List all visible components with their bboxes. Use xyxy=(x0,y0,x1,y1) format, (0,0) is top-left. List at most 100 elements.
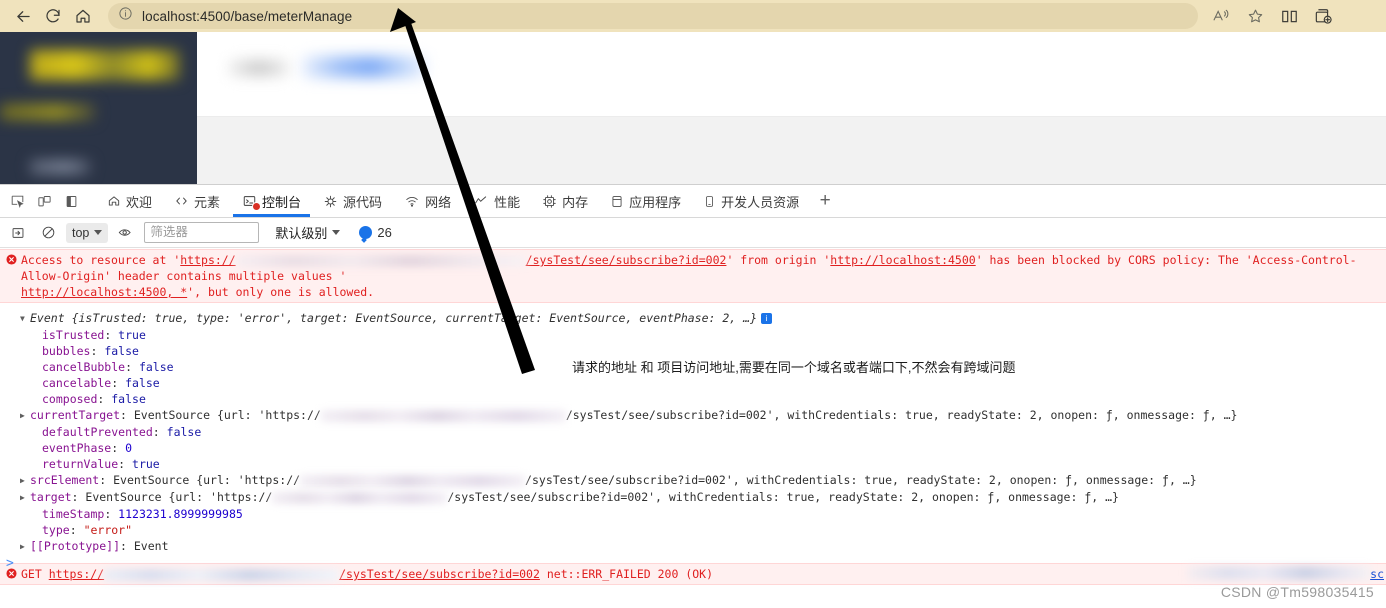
console-message-get-error[interactable]: GET https:// /sysTest/see/subscribe?id=00… xyxy=(0,563,1386,585)
expand-triangle-icon[interactable]: ▶ xyxy=(20,473,30,489)
home-button[interactable] xyxy=(68,2,98,30)
prop-value: true xyxy=(132,457,160,471)
prop-name: isTrusted xyxy=(42,328,105,342)
event-header-row[interactable]: ▼ Event {isTrusted: true, type: 'error', … xyxy=(0,310,1386,327)
page-body-area xyxy=(197,117,1386,184)
tab-label: 网络 xyxy=(425,194,452,210)
sidebar-logo-blur xyxy=(30,50,180,80)
cors-values[interactable]: http://localhost:4500, * xyxy=(21,285,187,299)
tab-developer-resources[interactable]: 开发人员资源 xyxy=(692,185,810,217)
prop-name: target xyxy=(30,490,72,504)
tab-label: 元素 xyxy=(194,194,221,210)
event-prop-target[interactable]: ▶ target: EventSource {url: 'https:///sys… xyxy=(0,489,1386,506)
favorites-star-icon[interactable] xyxy=(1238,2,1272,30)
page-badge-blur xyxy=(302,56,427,78)
event-prop-prototype[interactable]: ▶ [[Prototype]]: Event xyxy=(0,538,1386,555)
console-filter-input[interactable]: 筛选器 xyxy=(144,222,260,243)
expand-triangle-icon[interactable]: ▶ xyxy=(20,539,30,555)
prop-name: eventPhase xyxy=(42,441,112,455)
get-url-path[interactable]: /sysTest/see/subscribe?id=002 xyxy=(339,567,540,581)
prop-name: [[Prototype]] xyxy=(30,539,121,553)
source-link-blur xyxy=(1187,566,1372,580)
console-sidebar-toggle-icon[interactable] xyxy=(6,221,30,245)
address-bar-url: localhost:4500/base/meterManage xyxy=(142,8,353,24)
tab-sources[interactable]: 源代码 xyxy=(312,185,393,217)
log-level-value: 默认级别 xyxy=(275,226,328,241)
cors-origin-link[interactable]: http://localhost:4500 xyxy=(830,253,975,267)
clear-console-icon[interactable] xyxy=(36,221,60,245)
event-name: Event xyxy=(30,311,65,325)
cors-prefix: Access to resource at ' xyxy=(21,253,181,267)
console-info-count[interactable]: 26 xyxy=(359,225,392,240)
back-button[interactable] xyxy=(8,2,38,30)
tab-console[interactable]: 控制台 xyxy=(231,185,312,217)
event-prop-istrusted: isTrusted: true xyxy=(42,328,146,342)
event-prop-returnvalue: returnValue: true xyxy=(42,457,160,471)
tab-network[interactable]: 网络 xyxy=(393,185,462,217)
chevron-down-icon xyxy=(332,230,341,235)
dock-side-icon[interactable] xyxy=(58,187,85,215)
devresources-icon xyxy=(703,194,716,209)
info-icon[interactable]: i xyxy=(761,313,772,324)
device-toolbar-icon[interactable] xyxy=(31,187,58,215)
site-info-icon[interactable] xyxy=(118,6,133,26)
chevron-down-icon xyxy=(94,230,103,235)
expand-triangle-icon[interactable]: ▶ xyxy=(20,490,30,506)
cors-mid: ' from origin ' xyxy=(726,253,831,267)
cors-tail: ', but only one is allowed. xyxy=(187,285,375,299)
log-level-select[interactable]: 默认级别 xyxy=(275,223,341,242)
collections-icon[interactable] xyxy=(1306,2,1340,30)
tab-label: 性能 xyxy=(494,194,521,210)
prop-name: timeStamp xyxy=(42,507,105,521)
console-output: Access to resource at 'https:///sysTest/… xyxy=(0,249,1386,608)
console-message-cors-error[interactable]: Access to resource at 'https:// /sysTest/… xyxy=(0,249,1386,303)
event-prop-composed: composed: false xyxy=(42,392,146,406)
cors-url-path[interactable]: /sysTest/see/subscribe?id=002 xyxy=(526,253,727,267)
split-screen-icon[interactable] xyxy=(1272,2,1306,30)
tab-performance[interactable]: 性能 xyxy=(462,185,531,217)
network-icon xyxy=(404,194,420,208)
js-context-select[interactable]: top xyxy=(66,222,109,243)
reload-button[interactable] xyxy=(38,2,68,30)
eventsource-prefix: EventSource {url: 'https:// xyxy=(133,408,321,422)
tab-application[interactable]: 应用程序 xyxy=(599,185,692,217)
tab-label: 源代码 xyxy=(343,194,383,210)
expand-triangle-open-icon[interactable]: ▼ xyxy=(20,311,30,327)
prop-value: false xyxy=(111,392,146,406)
inspect-element-icon[interactable] xyxy=(4,187,31,215)
error-icon xyxy=(6,253,17,269)
tab-welcome[interactable]: 欢迎 xyxy=(96,185,163,217)
event-prop-currenttarget[interactable]: ▶ currentTarget: EventSource {url: 'https… xyxy=(0,407,1386,424)
redacted-host-blur xyxy=(272,491,448,504)
console-prompt[interactable]: > xyxy=(6,556,14,572)
read-aloud-icon[interactable] xyxy=(1204,2,1238,30)
tab-label: 应用程序 xyxy=(629,194,682,210)
csdn-watermark: CSDN @Tm598035415 xyxy=(1220,584,1374,600)
event-prop-cancelable: cancelable: false xyxy=(42,376,160,390)
devtools-tabbar: 欢迎 元素 控制台 源代码 网络 性能 内存 应用程序 开发人员资源 + xyxy=(0,185,1386,218)
live-expression-icon[interactable] xyxy=(114,221,138,245)
prop-value: false xyxy=(104,344,139,358)
browser-actions xyxy=(1204,2,1340,30)
add-panel-button[interactable]: + xyxy=(810,185,840,217)
cors-url-link[interactable]: https:// xyxy=(180,253,235,267)
address-bar[interactable]: localhost:4500/base/meterManage xyxy=(108,3,1198,29)
prop-name: cancelBubble xyxy=(42,360,126,374)
expand-triangle-icon[interactable]: ▶ xyxy=(20,408,30,424)
event-prop-srcelement[interactable]: ▶ srcElement: EventSource {url: 'https://… xyxy=(0,472,1386,489)
console-message-event-object: ▼ Event {isTrusted: true, type: 'error', … xyxy=(0,303,1386,555)
tab-elements[interactable]: 元素 xyxy=(163,185,231,217)
tab-label: 开发人员资源 xyxy=(721,194,800,210)
console-icon xyxy=(242,194,262,211)
info-bubble-icon xyxy=(359,226,373,239)
prop-name: returnValue xyxy=(42,457,119,471)
redacted-host-blur xyxy=(320,409,566,422)
page-sidebar-blurred xyxy=(0,32,197,184)
event-prop-eventphase: eventPhase: 0 xyxy=(42,441,133,455)
page-crumb-blur xyxy=(229,60,289,76)
source-link[interactable]: sc xyxy=(1370,566,1384,582)
devtools-tabs: 欢迎 元素 控制台 源代码 网络 性能 内存 应用程序 开发人员资源 + xyxy=(96,185,840,217)
prop-name: composed xyxy=(42,392,98,406)
tab-memory[interactable]: 内存 xyxy=(531,185,599,217)
get-url-link[interactable]: https:// xyxy=(49,567,104,581)
